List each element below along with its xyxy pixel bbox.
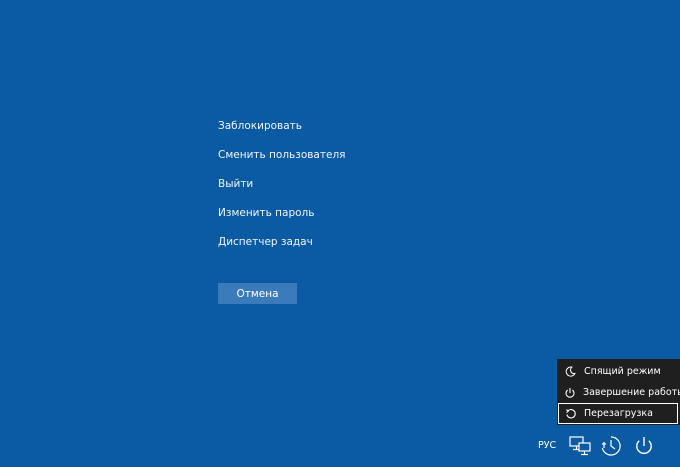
power-options-menu: Спящий режим Завершение работы Перезагру… xyxy=(557,359,680,425)
sleep-option-label: Спящий режим xyxy=(584,366,661,377)
security-options-menu: Заблокировать Сменить пользователя Выйти… xyxy=(218,118,345,263)
network-icon[interactable] xyxy=(569,436,591,460)
restart-option-label: Перезагрузка xyxy=(584,408,653,419)
power-icon[interactable] xyxy=(633,435,655,461)
lock-option[interactable]: Заблокировать xyxy=(218,118,345,147)
change-password-option[interactable]: Изменить пароль xyxy=(218,205,345,234)
restart-option[interactable]: Перезагрузка xyxy=(558,403,678,424)
language-indicator[interactable]: РУС xyxy=(538,440,556,451)
task-manager-option[interactable]: Диспетчер задач xyxy=(218,234,345,263)
restart-icon xyxy=(564,407,577,420)
sleep-option[interactable]: Спящий режим xyxy=(557,361,680,382)
power-icon xyxy=(564,386,576,399)
sign-out-option[interactable]: Выйти xyxy=(218,176,345,205)
shutdown-option[interactable]: Завершение работы xyxy=(557,382,680,403)
accessibility-icon[interactable] xyxy=(600,435,622,461)
cancel-button[interactable]: Отмена xyxy=(218,283,297,304)
shutdown-option-label: Завершение работы xyxy=(583,387,680,398)
switch-user-option[interactable]: Сменить пользователя xyxy=(218,147,345,176)
moon-icon xyxy=(564,365,577,378)
